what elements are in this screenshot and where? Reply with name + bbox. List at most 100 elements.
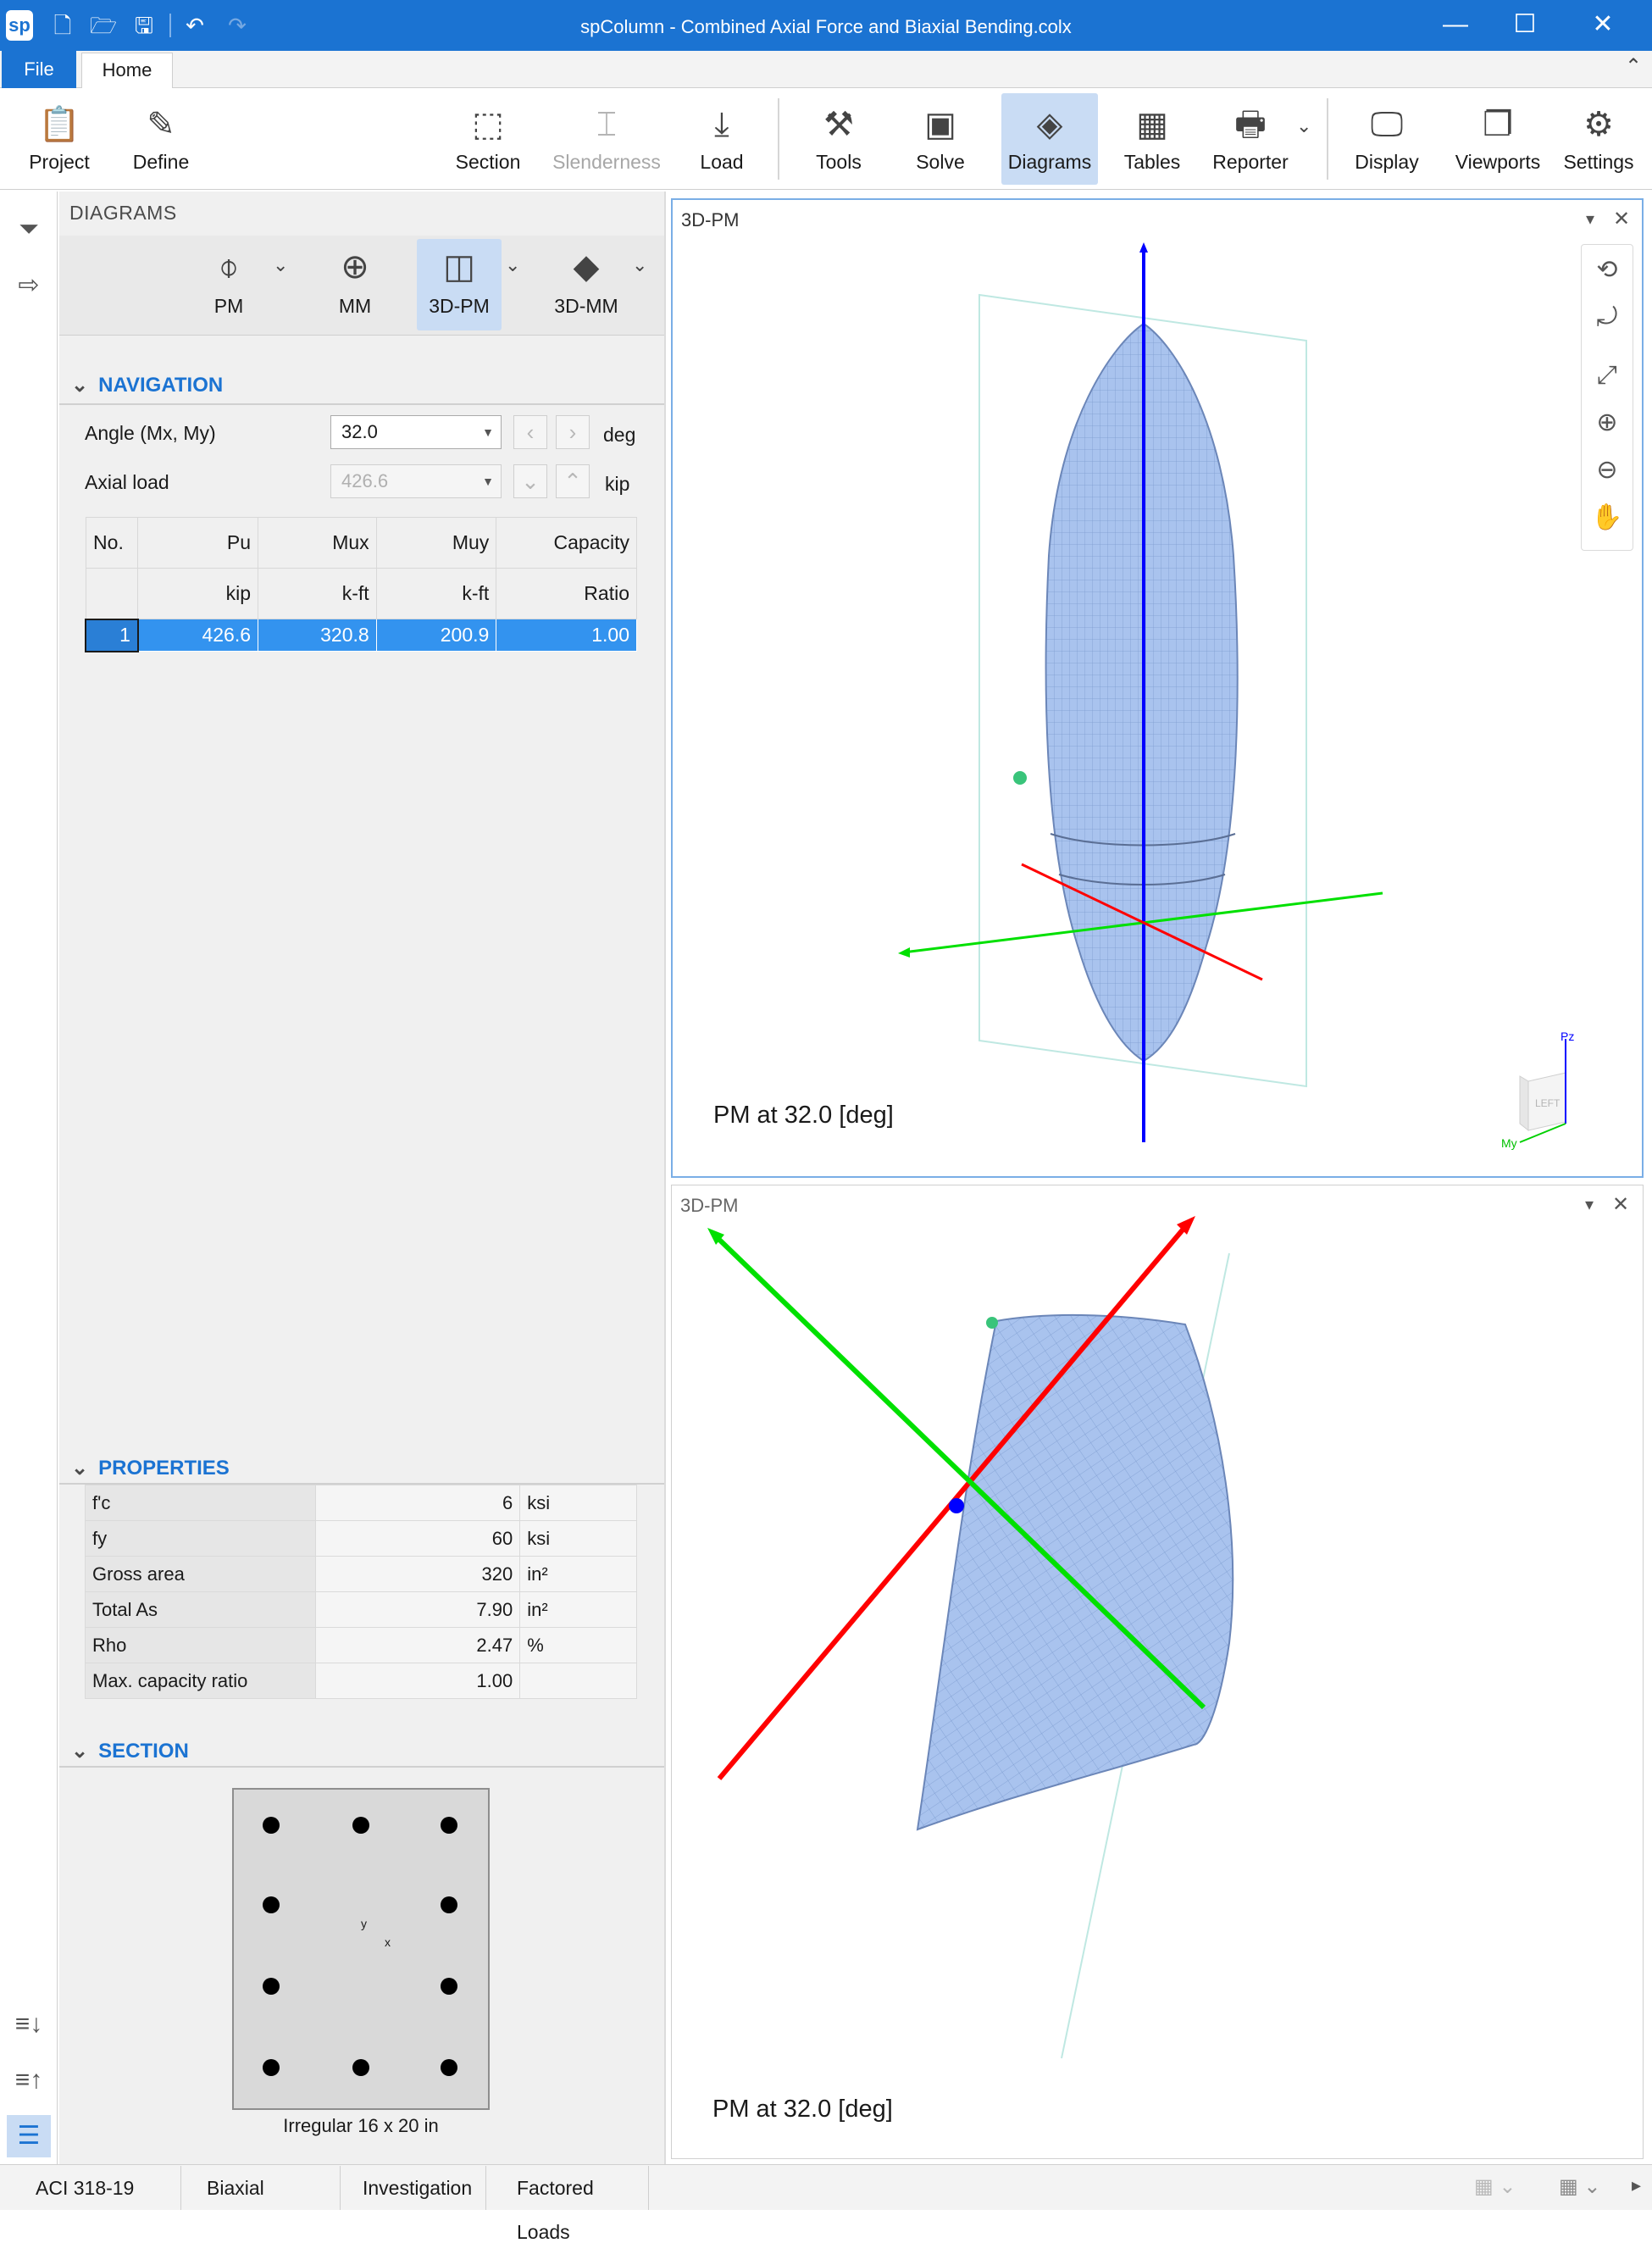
properties-header[interactable]: ⌄ PROPERTIES [71, 1456, 230, 1480]
table-cell[interactable]: 200.9 [375, 619, 497, 652]
new-icon[interactable]: 🗋 [47, 10, 78, 41]
define-button[interactable]: ✎ Define [119, 93, 203, 185]
section-icon: ⬚ [472, 106, 504, 143]
chevron-down-icon: ⌄ [71, 374, 89, 397]
menu-icon[interactable]: ☰ [7, 2115, 51, 2157]
mm-diagram-button[interactable]: ⊕ MM [319, 239, 391, 330]
axial-load-up-button[interactable]: ⌃ [556, 464, 590, 498]
redo-icon[interactable]: ↷ [222, 10, 252, 41]
reporter-button[interactable]: 🖶 Reporter [1203, 93, 1298, 185]
display-button[interactable]: 🖵 Display [1342, 93, 1432, 185]
section-button[interactable]: ⬚ Section [446, 93, 530, 185]
table-cell[interactable]: 1 [85, 618, 139, 652]
axis-pz-arrow [1139, 242, 1148, 253]
table-row: Max. capacity ratio 1.00 [85, 1663, 637, 1699]
load-button[interactable]: ⤓ Load [678, 93, 766, 185]
pan-hand-icon[interactable]: ✋ [1582, 494, 1633, 541]
viewports-button[interactable]: ❐ Viewports [1445, 93, 1550, 185]
status-code[interactable]: ACI 318-19 [0, 2166, 181, 2210]
chevron-down-icon: ⌄ [71, 1457, 89, 1480]
pm-diagram-button[interactable]: ⌽ PM [191, 239, 266, 330]
table-row: Gross area 320 in² [85, 1556, 637, 1592]
angle-prev-button[interactable]: ‹ [513, 415, 547, 449]
diagrams-button[interactable]: ◈ Diagrams [1001, 93, 1098, 185]
axis-x-label: x [385, 1935, 391, 1949]
axial-load-down-button[interactable]: ⌄ [513, 464, 547, 498]
rotate-icon[interactable]: ⤾ [1582, 294, 1633, 341]
project-button[interactable]: 📋 Project [17, 93, 102, 185]
table-cell[interactable]: 1.00 [496, 619, 637, 652]
pm-dropdown-icon[interactable]: ⌄ [273, 254, 288, 276]
maximize-button[interactable]: ☐ [1486, 0, 1564, 51]
3d-pm-surface-view[interactable] [672, 1185, 1643, 2158]
viewport-caption: PM at 32.0 [deg] [712, 2096, 893, 2123]
status-run-option[interactable]: Investigation [327, 2166, 486, 2210]
view-navigation-tools: ⟲ ⤾ ⤢ ⊕ ⊖ ✋ [1581, 244, 1633, 551]
table-unit [85, 568, 139, 619]
status-scroll-icon[interactable]: ▸ [1632, 2174, 1641, 2196]
3d-mm-dropdown-icon[interactable]: ⌄ [632, 254, 647, 276]
open-icon[interactable]: 🗁 [88, 10, 119, 41]
mm-icon: ⊕ [341, 248, 369, 286]
export-icon[interactable]: ⇨ [7, 264, 51, 307]
sort-up-icon[interactable]: ≡↑ [7, 2059, 51, 2101]
axial-load-select[interactable]: 426.6 ▼ [330, 464, 502, 498]
app-logo[interactable]: sp [6, 10, 33, 41]
sort-down-icon[interactable]: ≡↓ [7, 2003, 51, 2046]
3d-pm-icon: ◫ [443, 248, 475, 286]
zoom-extents-icon[interactable]: ⤢ [1582, 352, 1633, 399]
viewports-icon: ❐ [1483, 106, 1513, 143]
tab-file[interactable]: File [2, 51, 76, 88]
rebar [263, 1817, 280, 1834]
3d-mm-diagram-button[interactable]: ◆ 3D-MM [544, 239, 629, 330]
table-row[interactable]: 1 426.6 320.8 200.9 1.00 [85, 618, 637, 652]
angle-next-button[interactable]: › [556, 415, 590, 449]
origin-point [949, 1498, 964, 1513]
pm-surface [916, 1313, 1234, 1831]
table-header: Capacity [496, 517, 637, 569]
table-row: Total As 7.90 in² [85, 1591, 637, 1628]
angle-select[interactable]: 32.0 ▼ [330, 415, 502, 449]
table-cell[interactable]: 426.6 [137, 619, 259, 652]
minimize-button[interactable]: — [1416, 0, 1494, 51]
zoom-in-icon[interactable]: ⊕ [1582, 399, 1633, 447]
collapse-ribbon-icon[interactable]: ⌃ [1625, 54, 1642, 79]
rebar [263, 1978, 280, 1995]
grid-snap-icon[interactable]: ▦ ⌄ [1559, 2174, 1600, 2199]
load-point [1013, 771, 1027, 785]
close-button[interactable]: ✕ [1564, 0, 1642, 51]
solve-button[interactable]: ▣ Solve [898, 93, 983, 185]
left-toolbar [0, 192, 58, 2164]
cube-axis-pz-label: Pz [1561, 1030, 1574, 1043]
angle-unit: deg [603, 424, 636, 446]
table-units-row: kip k-ft k-ft Ratio [85, 568, 637, 619]
orientation-cube[interactable]: LEFT Pz My [1501, 1030, 1574, 1150]
filter-icon[interactable]: ⏷ [7, 208, 51, 251]
pm-surface [1045, 322, 1239, 1063]
tables-button[interactable]: ▦ Tables [1113, 93, 1191, 185]
viewport-3d-pm-top[interactable]: 3D-PM ▾ ✕ LEFT Pz My PM at 32.0 [deg] [671, 198, 1644, 1178]
reporter-dropdown-icon[interactable]: ⌄ [1296, 115, 1311, 137]
status-load-type[interactable]: Factored Loads [481, 2166, 649, 2243]
3d-pm-diagram-button[interactable]: ◫ 3D-PM [417, 239, 502, 330]
tab-home[interactable]: Home [81, 53, 173, 89]
status-mode[interactable]: Biaxial [171, 2166, 341, 2210]
3d-pm-surface-view[interactable]: LEFT Pz My [673, 200, 1645, 1180]
table-unit: k-ft [375, 568, 497, 619]
zoom-out-icon[interactable]: ⊖ [1582, 447, 1633, 494]
undo-icon[interactable]: ↶ [180, 10, 210, 41]
table-cell[interactable]: 320.8 [258, 619, 377, 652]
viewport-3d-pm-bottom[interactable]: 3D-PM ▾ ✕ PM at 32.0 [deg] [671, 1185, 1644, 2159]
tables-icon: ▦ [1136, 106, 1168, 143]
3d-pm-dropdown-icon[interactable]: ⌄ [505, 254, 520, 276]
angle-label: Angle (Mx, My) [85, 422, 216, 444]
properties-table: f'c 6 ksi fy 60 ksi Gross area 320 in² Total A… [85, 1485, 637, 1699]
slenderness-button[interactable]: ⌶ Slenderness [549, 93, 664, 185]
save-icon[interactable]: 🖫 [129, 10, 159, 41]
section-header[interactable]: ⌄ SECTION [71, 1739, 189, 1763]
navigation-header[interactable]: ⌄ NAVIGATION [71, 373, 223, 397]
grid-icon[interactable]: ▦ ⌄ [1474, 2174, 1516, 2199]
orbit-icon[interactable]: ⟲ [1582, 247, 1633, 294]
tools-button[interactable]: ⚒ Tools [798, 93, 879, 185]
settings-button[interactable]: ⚙ Settings [1552, 93, 1645, 185]
